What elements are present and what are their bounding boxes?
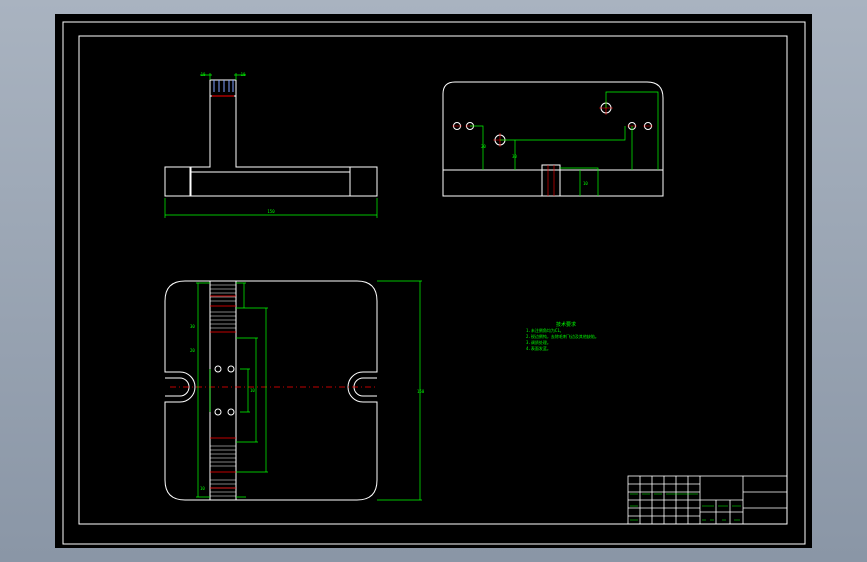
side-dim-c: 10 [583,181,588,186]
cad-drawing: 150 10 10 20 30 10 150 30 20 10 10 [55,14,812,548]
technical-requirements: 技术要求 1.未注倒角均为C1。 2.锐边倒钝，去除毛刺飞边及其他缺陷。 3.调… [526,322,599,352]
note-line: 4.表面发蓝。 [526,346,551,351]
side-dim-b: 30 [512,154,517,159]
front-top-left-dim: 10 [201,72,206,77]
plan-left-dim-1: 30 [190,324,195,329]
front-top-right-dim: 10 [241,72,246,77]
plan-left-dim-2: 20 [190,348,195,353]
side-dim-a: 20 [481,144,486,149]
plan-bottom-dim: 10 [200,486,205,491]
plan-height-dim: 150 [417,389,425,394]
plan-mid-dim: 10 [250,388,255,393]
drawing-sheet [55,14,812,548]
front-width-dim: 150 [267,209,275,214]
